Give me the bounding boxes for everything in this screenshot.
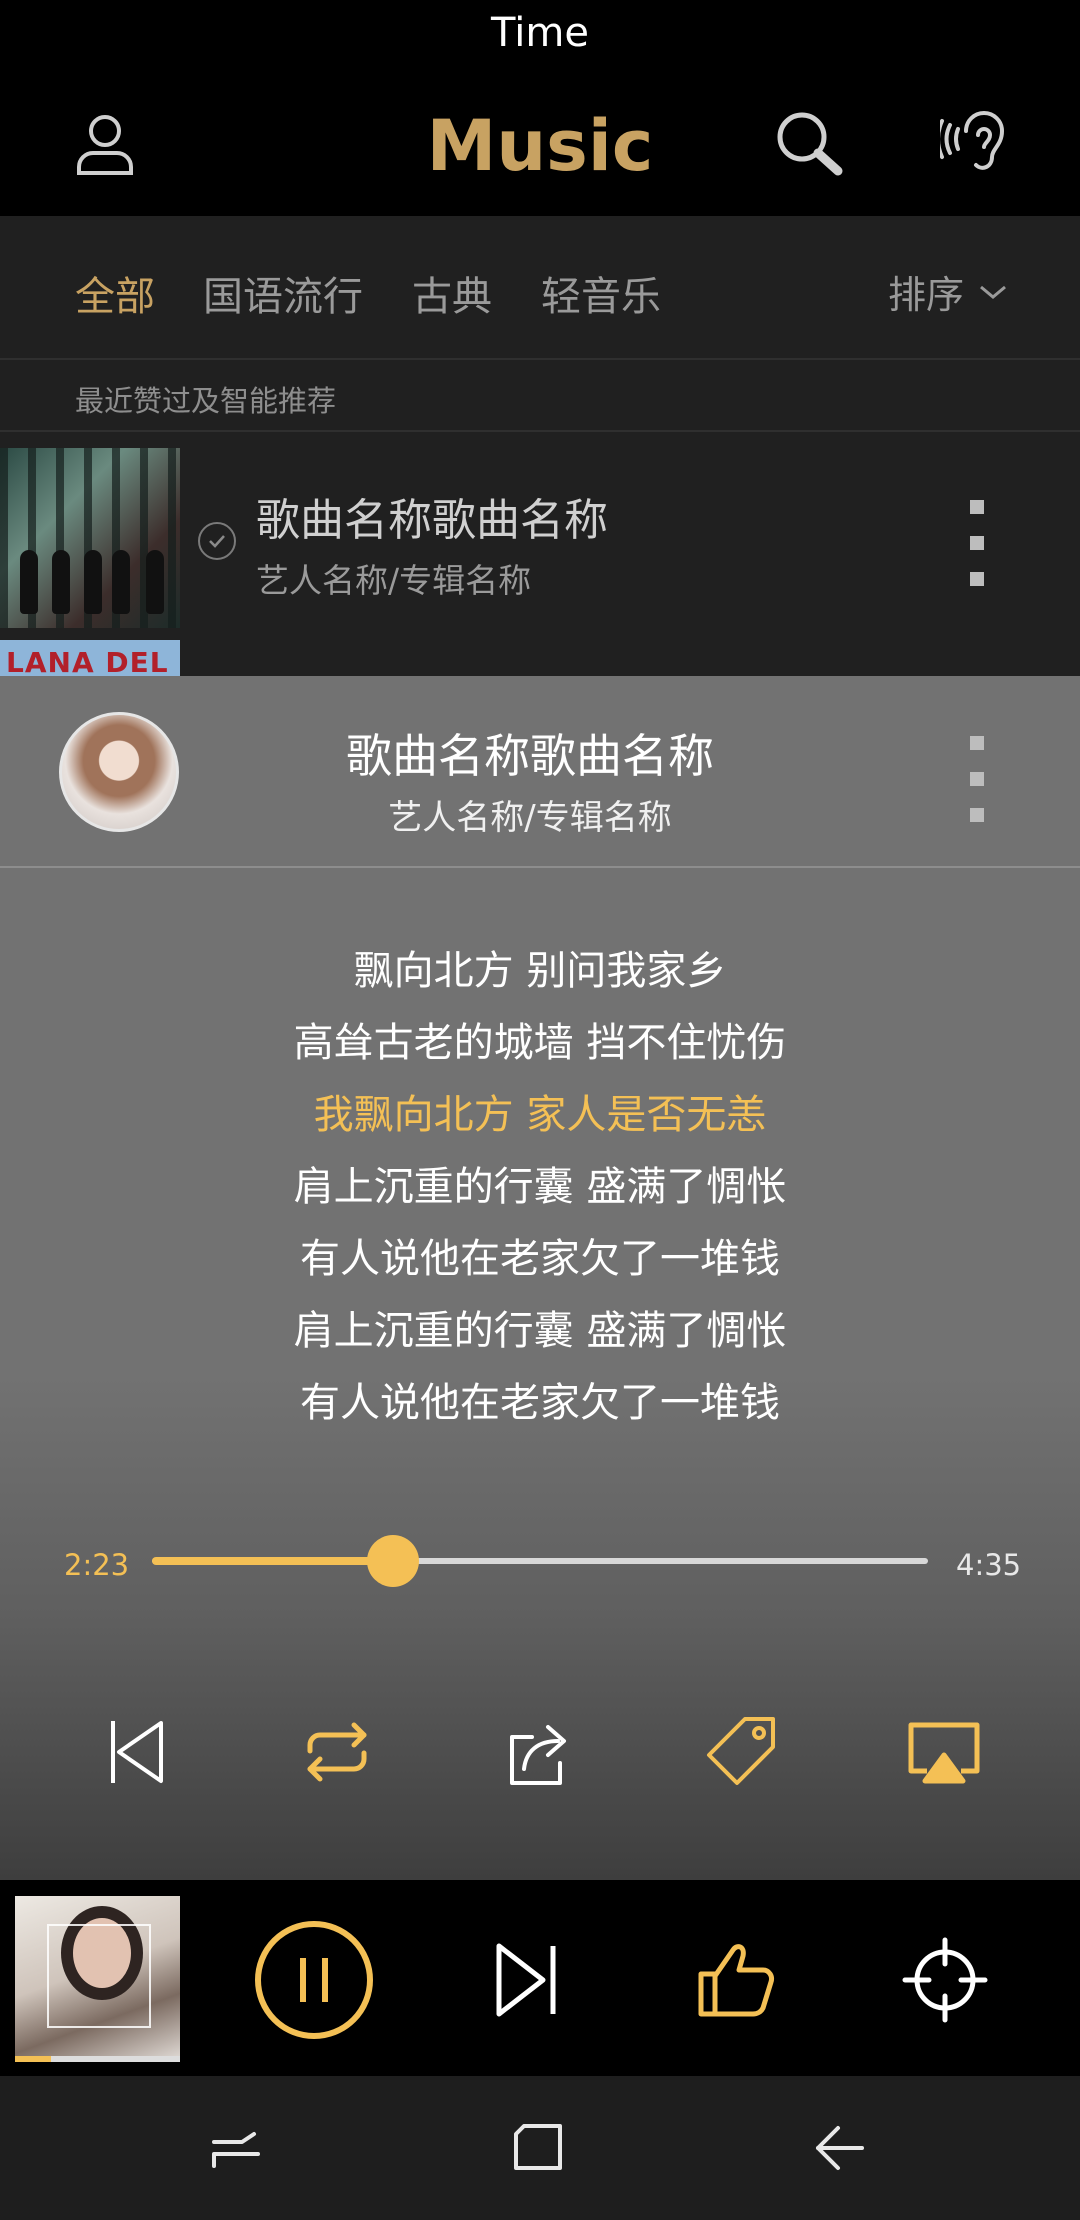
lyric-line: 肩上沉重的行囊 盛满了惆怅 <box>293 1308 787 1354</box>
pause-icon[interactable] <box>254 1920 374 2040</box>
mini-album-art[interactable] <box>15 1896 180 2061</box>
airplay-icon[interactable] <box>894 1702 994 1802</box>
lyric-line: 飘向北方 别问我家乡 <box>353 948 727 994</box>
song-list: 歌曲名称歌曲名称 艺人名称/专辑名称 LANA DEL REY <box>0 432 1080 676</box>
tab-mandarin-pop[interactable]: 国语流行 <box>203 264 363 322</box>
now-playing-subtitle: 艺人名称/专辑名称 <box>388 798 672 838</box>
repeat-icon[interactable] <box>287 1702 387 1802</box>
lyric-line-current: 我飘向北方 家人是否无恙 <box>313 1092 767 1138</box>
progress-fill <box>152 1557 393 1565</box>
recents-icon[interactable] <box>204 2116 268 2180</box>
home-icon[interactable] <box>506 2116 570 2180</box>
cover-text: LANA DEL REY <box>6 646 169 676</box>
search-icon[interactable] <box>758 93 858 193</box>
hearing-icon[interactable] <box>926 93 1026 193</box>
total-time: 4:35 <box>956 1548 1022 1582</box>
locate-icon[interactable] <box>885 1920 1005 2040</box>
lyric-line: 有人说他在老家欠了一堆钱 <box>300 1380 780 1426</box>
lyric-line: 有人说他在老家欠了一堆钱 <box>300 1236 780 1282</box>
tag-icon[interactable] <box>692 1702 792 1802</box>
more-options-icon[interactable] <box>967 736 987 822</box>
tab-classical[interactable]: 古典 <box>412 264 492 322</box>
mini-progress-bar <box>15 2056 180 2062</box>
now-playing-header: 歌曲名称歌曲名称 艺人名称/专辑名称 <box>0 676 1080 868</box>
chevron-down-icon <box>980 285 1006 299</box>
sort-button[interactable]: 排序 <box>888 264 1008 319</box>
previous-icon[interactable] <box>86 1702 186 1802</box>
category-tabs: 全部 国语流行 古典 轻音乐 排序 <box>0 216 1080 360</box>
sort-label: 排序 <box>887 273 964 317</box>
mini-player <box>0 1880 1080 2076</box>
app-title: Music <box>426 105 654 187</box>
system-nav-bar <box>0 2076 1080 2220</box>
elapsed-time: 2:23 <box>64 1548 130 1582</box>
more-options-icon[interactable] <box>967 500 987 586</box>
like-icon[interactable] <box>675 1920 795 2040</box>
recent-section-header: 最近赞过及智能推荐 <box>0 360 1080 432</box>
back-icon[interactable] <box>808 2116 872 2180</box>
lyric-line: 肩上沉重的行囊 盛满了惆怅 <box>293 1164 787 1210</box>
tab-all[interactable]: 全部 <box>75 264 155 322</box>
share-icon[interactable] <box>489 1702 589 1802</box>
check-icon[interactable] <box>198 522 236 560</box>
status-bar: Time <box>0 0 1080 70</box>
recent-label: 最近赞过及智能推荐 <box>75 384 337 418</box>
now-playing-title: 歌曲名称歌曲名称 <box>346 729 714 783</box>
album-cover[interactable] <box>0 448 180 628</box>
song-title[interactable]: 歌曲名称歌曲名称 <box>256 484 608 548</box>
status-time: Time <box>491 10 589 56</box>
lyric-line: 高耸古老的城墙 挡不住忧伤 <box>293 1020 787 1066</box>
now-playing-panel: 歌曲名称歌曲名称 艺人名称/专辑名称 飘向北方 别问我家乡 高耸古老的城墙 挡不… <box>0 676 1080 1880</box>
next-icon[interactable] <box>465 1920 585 2040</box>
tab-light-music[interactable]: 轻音乐 <box>541 264 661 322</box>
app-header: Music <box>0 70 1080 216</box>
song-subtitle: 艺人名称/专辑名称 <box>256 561 532 600</box>
progress-handle[interactable] <box>366 1535 419 1587</box>
album-cover[interactable]: LANA DEL REY <box>0 640 180 676</box>
